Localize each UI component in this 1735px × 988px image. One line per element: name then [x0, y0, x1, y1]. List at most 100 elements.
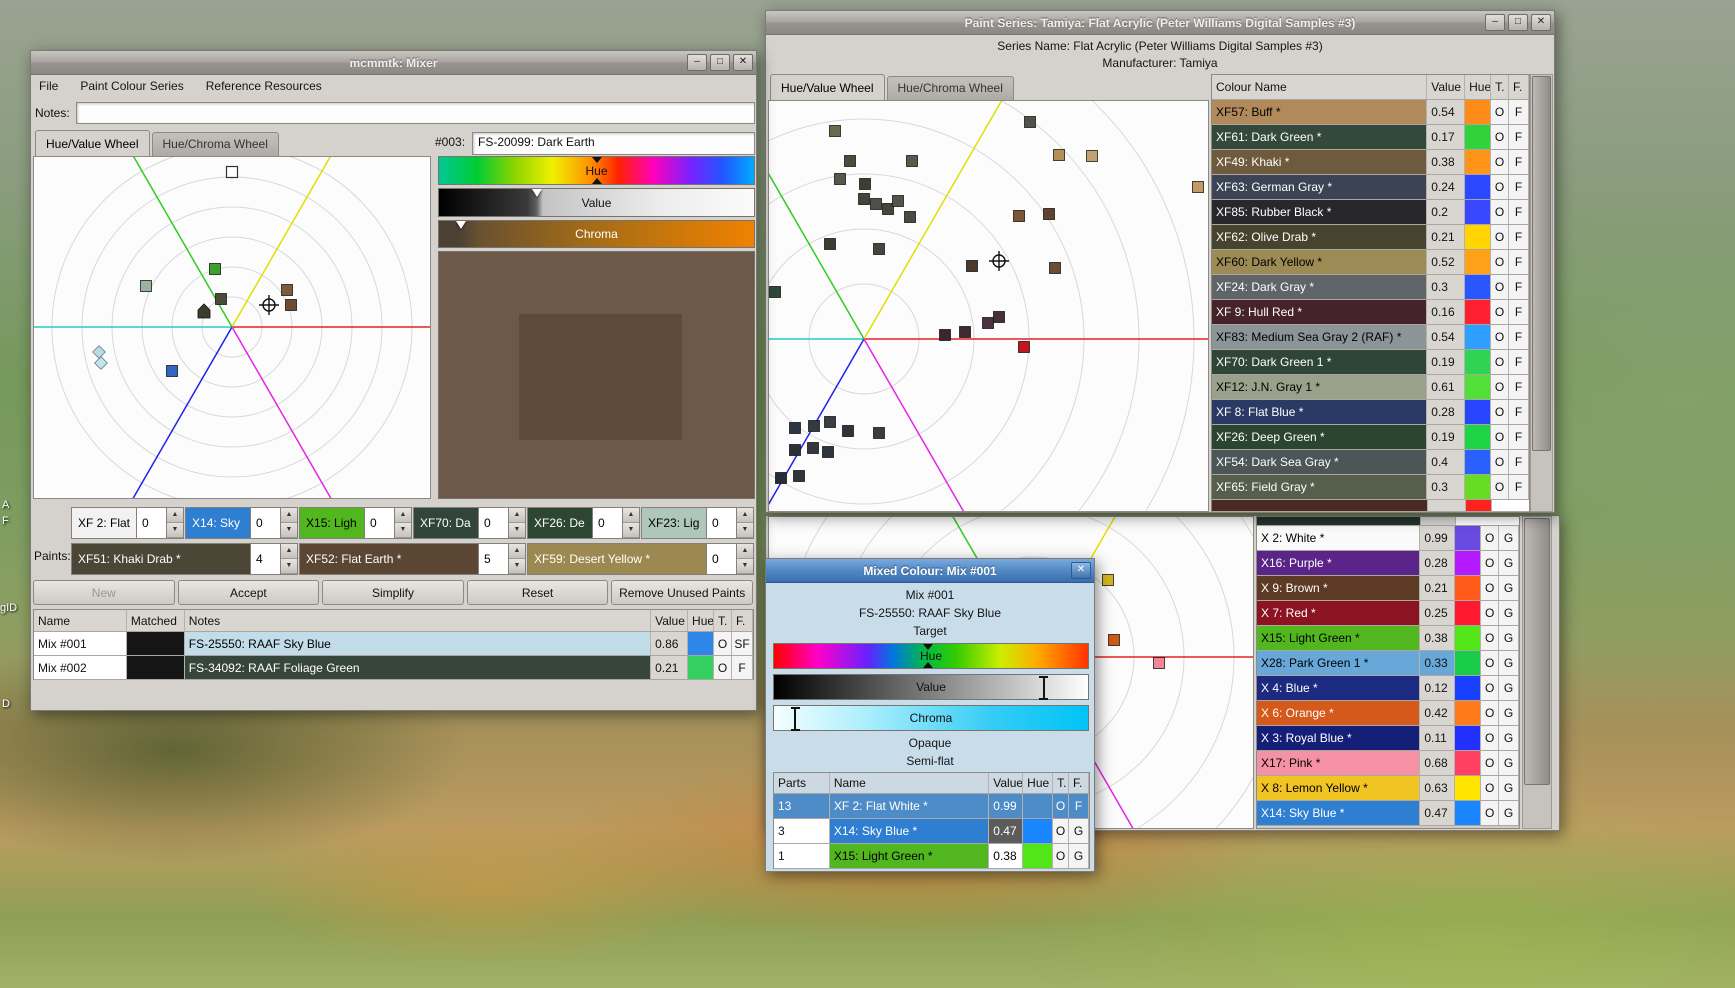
- mixed-colour-dialog[interactable]: Mixed Colour: Mix #001 ✕ Mix #001 FS-255…: [765, 558, 1095, 872]
- paint-sample-marker[interactable]: [1025, 117, 1036, 128]
- spinner-down-icon[interactable]: ▼: [737, 559, 753, 574]
- paint-row[interactable]: X 9: Brown *0.21OG: [1257, 576, 1519, 601]
- paint-row[interactable]: X14: Sky Blue *0.47OG: [1257, 801, 1519, 826]
- paint-sample-marker[interactable]: [893, 196, 904, 207]
- paint-sample-marker[interactable]: [1054, 150, 1065, 161]
- hue-marker-icon[interactable]: [592, 157, 602, 163]
- paint-row[interactable]: X 4: Blue *0.12OG: [1257, 676, 1519, 701]
- paint-sample-marker[interactable]: [967, 261, 978, 272]
- paint-sample-marker[interactable]: [835, 174, 846, 185]
- value-marker-icon[interactable]: [1039, 676, 1048, 698]
- hue-marker-icon[interactable]: [923, 662, 933, 668]
- mix-row[interactable]: Mix #001FS-25550: RAAF Sky Blue0.86OSF: [34, 632, 753, 656]
- menu-reference-resources[interactable]: Reference Resources: [206, 79, 322, 95]
- paint-sample-marker[interactable]: [994, 312, 1005, 323]
- tab-hue-value-wheel[interactable]: Hue/Value Wheel: [35, 130, 150, 156]
- paint-sample-marker[interactable]: [770, 287, 781, 298]
- paint-sample-marker[interactable]: [93, 346, 106, 359]
- scrollbar-thumb[interactable]: [1532, 76, 1551, 451]
- paint-row[interactable]: X 8: Lemon Yellow *0.63OG: [1257, 776, 1519, 801]
- spinner-up-icon[interactable]: ▲: [509, 544, 525, 559]
- tab-hue-chroma-wheel[interactable]: Hue/Chroma Wheel: [152, 132, 279, 156]
- paint-sample-marker[interactable]: [1103, 575, 1114, 586]
- paint-amount-value[interactable]: 0: [479, 508, 509, 538]
- spinner-stepper[interactable]: ▲▼: [737, 508, 753, 538]
- paint-row[interactable]: XF61: Dark Green *0.17OF: [1212, 125, 1529, 150]
- close-button[interactable]: ✕: [1531, 14, 1551, 31]
- paint-row[interactable]: XF 8: Flat Blue *0.28OF: [1212, 400, 1529, 425]
- desktop-icon-label[interactable]: D: [2, 698, 10, 710]
- paint-sample-marker[interactable]: [860, 179, 871, 190]
- paint-sample-marker[interactable]: [282, 285, 293, 296]
- paint-amount-value[interactable]: 0: [365, 508, 395, 538]
- paint-sample-marker[interactable]: [1019, 342, 1030, 353]
- paint-row[interactable]: X16: Purple *0.28OG: [1257, 551, 1519, 576]
- paint-sample-marker[interactable]: [141, 281, 152, 292]
- hue-slider[interactable]: Hue: [773, 643, 1089, 669]
- spinner-stepper[interactable]: ▲▼: [509, 508, 525, 538]
- series-hue-value-wheel[interactable]: [769, 101, 1208, 511]
- mix-row[interactable]: Mix #002FS-34092: RAAF Foliage Green0.21…: [34, 656, 753, 680]
- paint-sample-marker[interactable]: [874, 428, 885, 439]
- spinner-stepper[interactable]: ▲▼: [737, 544, 753, 574]
- paint-sample-marker[interactable]: [845, 156, 856, 167]
- paint-row[interactable]: XF63: German Gray *0.24OF: [1212, 175, 1529, 200]
- maximize-button[interactable]: □: [1508, 14, 1528, 31]
- paint-sample-marker[interactable]: [286, 300, 297, 311]
- spinner-down-icon[interactable]: ▼: [395, 523, 411, 538]
- spinner-up-icon[interactable]: ▲: [395, 508, 411, 523]
- chroma-marker-icon[interactable]: [791, 707, 800, 729]
- simplify-button[interactable]: Simplify: [322, 580, 464, 605]
- spinner-stepper[interactable]: ▲▼: [509, 544, 525, 574]
- paint-sample-marker[interactable]: [823, 447, 834, 458]
- paint-row[interactable]: X 6: Orange *0.42OG: [1257, 701, 1519, 726]
- paint-sample-marker[interactable]: [960, 327, 971, 338]
- paint-row[interactable]: XF70: Dark Green 1 *0.19OF: [1212, 350, 1529, 375]
- tab-hue-value-wheel[interactable]: Hue/Value Wheel: [770, 74, 885, 100]
- spinner-up-icon[interactable]: ▲: [281, 544, 297, 559]
- paint-sample-marker[interactable]: [167, 366, 178, 377]
- paint-amount-value[interactable]: 0: [707, 508, 737, 538]
- paint-row[interactable]: XF57: Buff *0.54OF: [1212, 100, 1529, 125]
- spinner-down-icon[interactable]: ▼: [281, 559, 297, 574]
- mix-name-input[interactable]: FS-20099: Dark Earth: [472, 132, 755, 155]
- current-mix-marker[interactable]: [198, 304, 210, 318]
- paint-row[interactable]: XF 9: Hull Red *0.16OF: [1212, 300, 1529, 325]
- minimize-button[interactable]: –: [687, 54, 707, 71]
- paint-sample-marker[interactable]: [1050, 263, 1061, 274]
- spinner-stepper[interactable]: ▲▼: [281, 508, 297, 538]
- paint-row[interactable]: X 3: Royal Blue *0.11OG: [1257, 726, 1519, 751]
- spinner-up-icon[interactable]: ▲: [509, 508, 525, 523]
- value-slider[interactable]: Value: [773, 674, 1089, 700]
- gloss-table-scrollbar[interactable]: [1522, 516, 1552, 829]
- paint-row[interactable]: X17: Pink *0.68OG: [1257, 751, 1519, 776]
- paint-sample-marker[interactable]: [790, 423, 801, 434]
- paint-row[interactable]: XF26: Deep Green *0.19OF: [1212, 425, 1529, 450]
- paint-sample-marker[interactable]: [883, 204, 894, 215]
- paint-sample-marker[interactable]: [907, 156, 918, 167]
- spinner-down-icon[interactable]: ▼: [623, 523, 639, 538]
- component-row[interactable]: 1X15: Light Green *0.38OG: [774, 844, 1089, 869]
- spinner-down-icon[interactable]: ▼: [167, 523, 183, 538]
- paint-row[interactable]: X 7: Red *0.25OG: [1257, 601, 1519, 626]
- spinner-down-icon[interactable]: ▼: [737, 523, 753, 538]
- tab-hue-chroma-wheel[interactable]: Hue/Chroma Wheel: [887, 76, 1014, 100]
- hue-marker-icon[interactable]: [923, 644, 933, 650]
- desktop-icon-label[interactable]: gID: [0, 602, 17, 614]
- paint-sample-marker[interactable]: [216, 294, 227, 305]
- paint-sample-marker[interactable]: [830, 126, 841, 137]
- remove-unused-paints-button[interactable]: Remove Unused Paints: [611, 580, 753, 605]
- paint-row[interactable]: XF83: Medium Sea Gray 2 (RAF) *0.54OF: [1212, 325, 1529, 350]
- mixer-window[interactable]: mcmmtk: Mixer –□✕ FilePaint Colour Serie…: [30, 50, 757, 711]
- paint-amount-value[interactable]: 5: [479, 544, 509, 574]
- maximize-button[interactable]: □: [710, 54, 730, 71]
- desktop-icon-label[interactable]: A: [2, 499, 9, 511]
- paint-row[interactable]: XF60: Dark Yellow *0.52OF: [1212, 250, 1529, 275]
- value-marker-icon[interactable]: [532, 189, 542, 197]
- paint-sample-marker[interactable]: [808, 443, 819, 454]
- paint-row[interactable]: X 2: White *0.99OG: [1257, 526, 1519, 551]
- paint-sample-marker[interactable]: [1044, 209, 1055, 220]
- paint-sample-marker[interactable]: [825, 239, 836, 250]
- paint-sample-marker[interactable]: [794, 471, 805, 482]
- paint-sample-marker[interactable]: [1014, 211, 1025, 222]
